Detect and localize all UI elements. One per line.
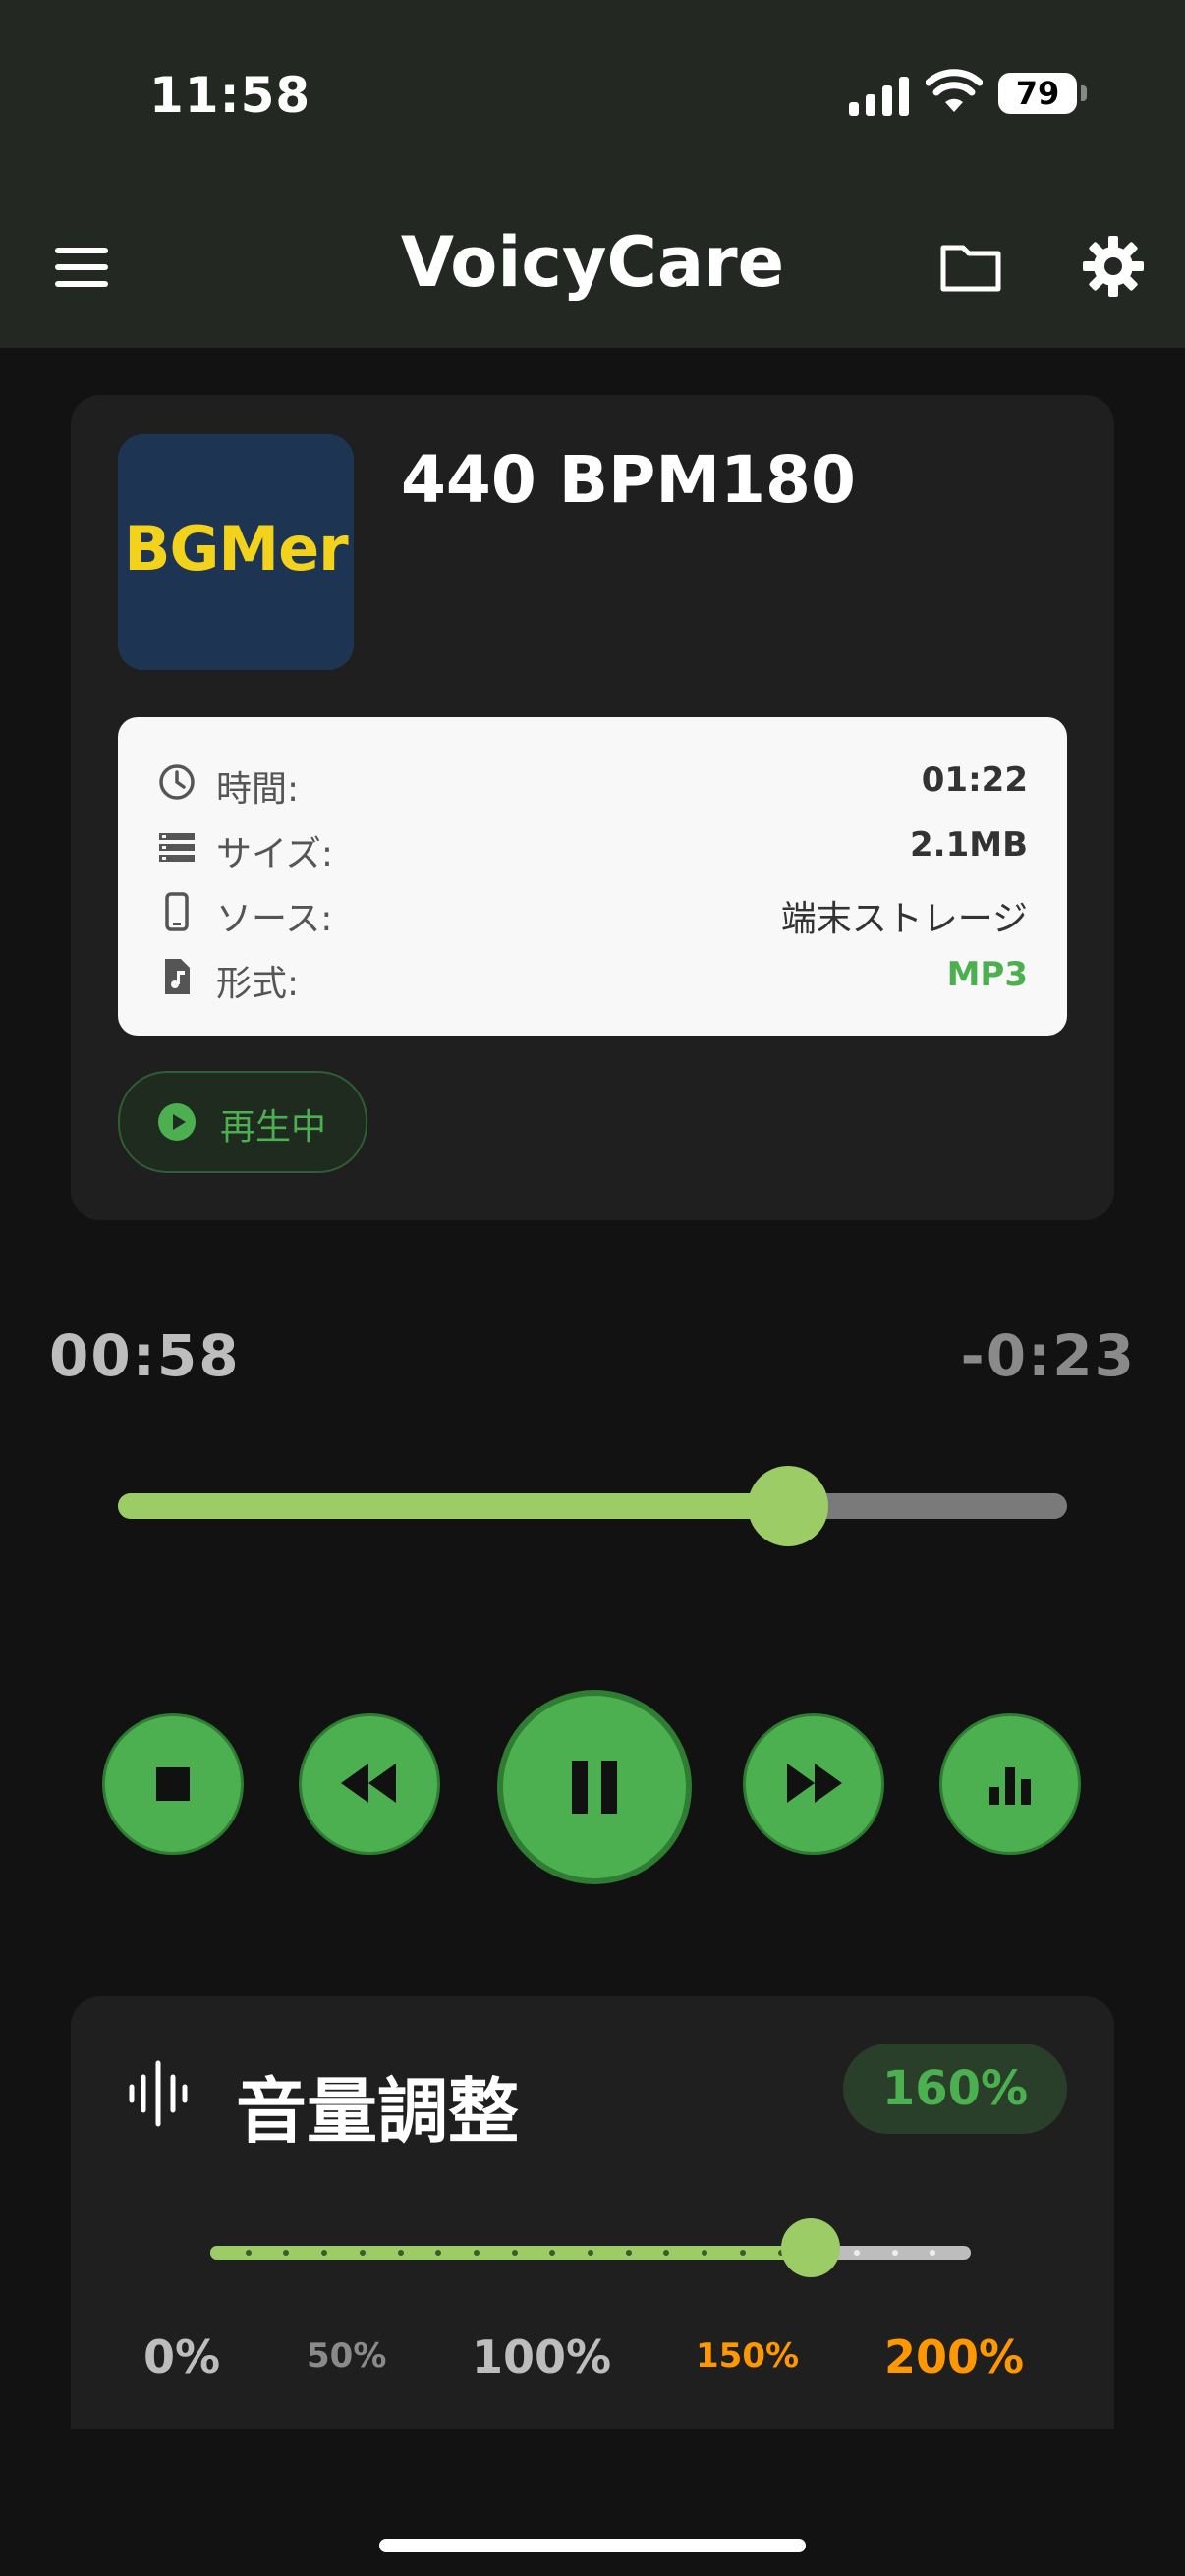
playing-status-badge: 再生中 <box>118 1071 367 1173</box>
wifi-icon <box>926 69 983 112</box>
volume-slider-thumb[interactable] <box>781 2218 841 2277</box>
playback-progress-slider[interactable] <box>118 1466 1067 1546</box>
volume-slider-tick <box>245 2250 252 2256</box>
volume-scale-100: 100% <box>472 2330 612 2383</box>
app-title: VoicyCare <box>400 222 785 303</box>
volume-slider-tick <box>588 2250 593 2256</box>
volume-slider-tick <box>473 2250 480 2256</box>
volume-slider-tick <box>739 2250 746 2256</box>
status-bar: 11:58 79 <box>0 0 1185 187</box>
elapsed-time: 00:58 <box>49 1322 241 1389</box>
equalizer-icon <box>989 1767 1031 1805</box>
volume-scale-150: 150% <box>696 2336 800 2376</box>
volume-slider-fill <box>210 2246 812 2260</box>
storage-icon <box>159 833 195 862</box>
format-value: MP3 <box>946 955 1028 994</box>
pause-button[interactable] <box>497 1690 692 1884</box>
info-row-duration: 時間: 01:22 <box>157 753 1028 812</box>
track-card: BGMer 440 BPM180 時間: 01:22 サイズ: 2.1MB ソー… <box>71 395 1114 1220</box>
volume-slider-tick <box>930 2250 936 2256</box>
duration-label: 時間: <box>216 769 300 810</box>
rewind-button[interactable] <box>299 1713 440 1855</box>
duration-value: 01:22 <box>921 760 1028 800</box>
info-row-source: ソース: 端末ストレージ <box>157 882 1028 941</box>
source-label: ソース: <box>216 899 333 939</box>
equalizer-button[interactable] <box>939 1713 1081 1855</box>
play-icon <box>158 1103 196 1141</box>
stop-button[interactable] <box>102 1713 244 1855</box>
playback-progress-fill <box>118 1493 788 1519</box>
app-bar: VoicyCare <box>0 187 1185 348</box>
volume-value-badge: 160% <box>843 2044 1067 2134</box>
phone-icon <box>165 892 189 931</box>
home-indicator[interactable] <box>379 2539 806 2552</box>
playing-status-label: 再生中 <box>220 1107 327 1148</box>
cover-logo-text: BGMer <box>124 513 348 585</box>
fast-forward-icon <box>787 1764 842 1803</box>
track-title: 440 BPM180 <box>401 442 856 518</box>
rewind-icon <box>341 1764 396 1803</box>
source-value: 端末ストレージ <box>780 899 1028 939</box>
track-info-panel: 時間: 01:22 サイズ: 2.1MB ソース: 端末ストレージ 形式: MP… <box>118 717 1067 1036</box>
volume-scale-0: 0% <box>143 2330 221 2383</box>
remaining-time: -0:23 <box>960 1322 1136 1389</box>
volume-scale-50: 50% <box>307 2336 387 2376</box>
playback-progress-thumb[interactable] <box>747 1466 828 1546</box>
size-value: 2.1MB <box>910 825 1028 865</box>
volume-slider-tick <box>853 2250 860 2256</box>
volume-slider-tick <box>511 2250 518 2256</box>
volume-card: 音量調整 160% 0% 50% 100% 150% 200% <box>71 1996 1114 2429</box>
gear-icon[interactable] <box>1081 234 1146 299</box>
cellular-signal-icon <box>849 77 910 116</box>
music-file-icon <box>165 959 190 994</box>
volume-scale-200: 200% <box>884 2330 1025 2383</box>
volume-slider-tick <box>891 2250 898 2256</box>
battery-indicator: 79 <box>998 73 1087 114</box>
info-row-format: 形式: MP3 <box>157 947 1028 1006</box>
volume-title: 音量調整 <box>236 2070 520 2153</box>
folder-icon[interactable] <box>939 238 1002 297</box>
volume-slider[interactable] <box>210 2218 971 2277</box>
fast-forward-button[interactable] <box>743 1713 884 1855</box>
waveform-icon <box>129 2060 188 2127</box>
volume-slider-tick <box>625 2250 632 2256</box>
size-label: サイズ: <box>216 834 334 874</box>
album-cover: BGMer <box>118 434 354 670</box>
stop-icon <box>156 1767 190 1801</box>
volume-slider-tick <box>359 2250 366 2256</box>
volume-slider-tick <box>397 2250 404 2256</box>
format-label: 形式: <box>216 964 300 1004</box>
clock-icon <box>159 764 195 800</box>
pause-icon <box>572 1761 617 1814</box>
info-row-size: サイズ: 2.1MB <box>157 817 1028 876</box>
status-time: 11:58 <box>149 67 311 124</box>
